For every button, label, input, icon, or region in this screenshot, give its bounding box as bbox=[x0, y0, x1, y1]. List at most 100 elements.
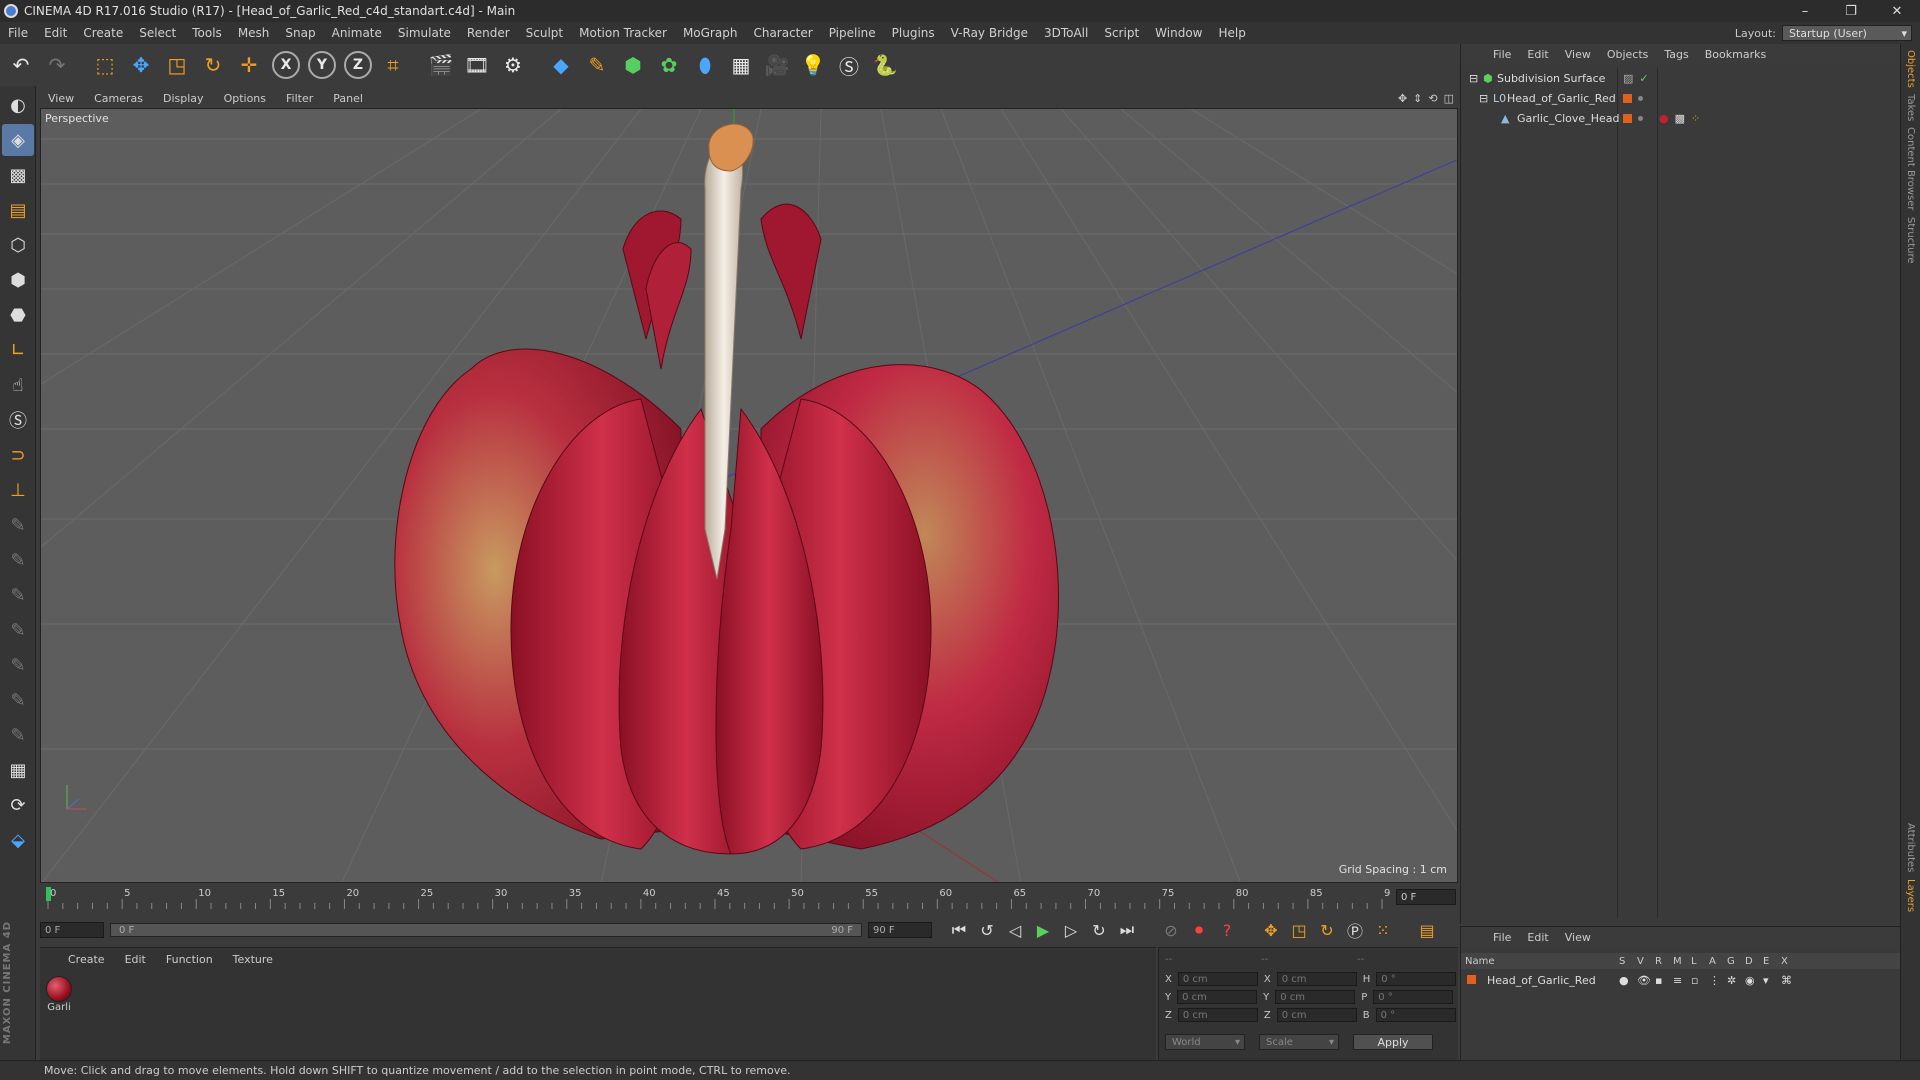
y-axis-lock-icon[interactable]: Y bbox=[308, 51, 336, 79]
undo-icon[interactable]: ↶ bbox=[4, 48, 38, 82]
subdivision-surface-icon[interactable]: ⬢ bbox=[616, 48, 650, 82]
restore-button[interactable]: ❐ bbox=[1828, 0, 1874, 22]
render-view-icon[interactable]: 🎬 bbox=[424, 48, 458, 82]
menu-vray-bridge[interactable]: V-Ray Bridge bbox=[943, 26, 1036, 40]
polygons-mode-icon[interactable]: ⬣ bbox=[2, 299, 34, 331]
material-menu-texture[interactable]: Texture bbox=[223, 953, 283, 966]
expand-toggle-icon[interactable]: ⊟ bbox=[1479, 92, 1488, 105]
scale-tool-icon[interactable]: ◳ bbox=[160, 48, 194, 82]
layer-menu-file[interactable]: File bbox=[1485, 931, 1519, 944]
redo-icon[interactable]: ↷ bbox=[40, 48, 74, 82]
cube-primitive-icon[interactable]: ◆ bbox=[544, 48, 578, 82]
grid-icon[interactable]: ▦ bbox=[2, 754, 34, 786]
object-menu-tags[interactable]: Tags bbox=[1656, 48, 1696, 61]
key-pla-icon[interactable]: ⁙ bbox=[1370, 917, 1396, 943]
tweak-mode-icon[interactable]: ☝ bbox=[2, 369, 34, 401]
solo-mode-icon[interactable]: Ⓢ bbox=[2, 404, 34, 436]
size-x-field[interactable]: 0 cm bbox=[1276, 972, 1357, 986]
autokey-icon[interactable]: ? bbox=[1214, 917, 1240, 943]
tab-content-browser[interactable]: Content Browser bbox=[1905, 127, 1916, 210]
material-menu-edit[interactable]: Edit bbox=[115, 953, 156, 966]
frame-range-slider[interactable]: 0 F 90 F bbox=[110, 923, 862, 937]
live-selection-icon[interactable]: ⬚ bbox=[88, 48, 122, 82]
python-icon[interactable]: 🐍 bbox=[868, 48, 902, 82]
layer-swatch-icon[interactable]: ▨ bbox=[1623, 72, 1633, 85]
go-to-next-key-icon[interactable]: ↻ bbox=[1086, 917, 1112, 943]
position-z-field[interactable]: 0 cm bbox=[1177, 1008, 1258, 1022]
phong-tag-icon[interactable]: ⁘ bbox=[1691, 112, 1700, 125]
layout-dropdown[interactable]: Startup (User) ▾ bbox=[1782, 25, 1912, 41]
go-to-end-icon[interactable]: ⏭ bbox=[1114, 917, 1140, 943]
orbit-view-icon[interactable]: ⟲ bbox=[1428, 92, 1437, 105]
sculpt-pull-icon[interactable]: ✎ bbox=[2, 579, 34, 611]
object-row-subdivision-surface[interactable]: ⊟ ⬢ Subdivision Surface ▨ ✓ bbox=[1461, 68, 1901, 88]
menu-window[interactable]: Window bbox=[1147, 26, 1210, 40]
position-y-field[interactable]: 0 cm bbox=[1177, 990, 1258, 1004]
rotation-p-field[interactable]: 0 ° bbox=[1373, 990, 1454, 1004]
rotate-tool-icon[interactable]: ↻ bbox=[196, 48, 230, 82]
object-menu-file[interactable]: File bbox=[1485, 48, 1519, 61]
object-menu-bookmarks[interactable]: Bookmarks bbox=[1697, 48, 1774, 61]
menu-help[interactable]: Help bbox=[1210, 26, 1253, 40]
tab-layers[interactable]: Layers bbox=[1905, 879, 1916, 912]
size-y-field[interactable]: 0 cm bbox=[1275, 990, 1356, 1004]
material-menu-create[interactable]: Create bbox=[58, 953, 115, 966]
sculpt-flatten-icon[interactable]: ✎ bbox=[2, 684, 34, 716]
record-keys-disabled-icon[interactable]: ⊘ bbox=[1158, 917, 1184, 943]
sculpt-inflate-icon[interactable]: ✎ bbox=[2, 649, 34, 681]
menu-pipeline[interactable]: Pipeline bbox=[821, 26, 884, 40]
x-axis-lock-icon[interactable]: X bbox=[272, 51, 300, 79]
viewport-menu-options[interactable]: Options bbox=[214, 92, 276, 105]
sculpt-smooth-icon[interactable]: ✎ bbox=[2, 544, 34, 576]
mograph-cloner-icon[interactable]: ✿ bbox=[652, 48, 686, 82]
key-scale-icon[interactable]: ◳ bbox=[1286, 917, 1312, 943]
zoom-view-icon[interactable]: ⇕ bbox=[1413, 92, 1422, 105]
menu-file[interactable]: File bbox=[0, 26, 36, 40]
dynamics-icon[interactable]: ⟳ bbox=[2, 789, 34, 821]
z-axis-lock-icon[interactable]: Z bbox=[344, 51, 372, 79]
menu-motion-tracker[interactable]: Motion Tracker bbox=[571, 26, 675, 40]
edges-mode-icon[interactable]: ⬢ bbox=[2, 264, 34, 296]
xref-toggle-icon[interactable]: ⌘ bbox=[1781, 974, 1799, 987]
rotation-b-field[interactable]: 0 ° bbox=[1375, 1008, 1456, 1022]
camera-icon[interactable]: 🎥 bbox=[760, 48, 794, 82]
axis-mode-icon[interactable]: ∟ bbox=[2, 334, 34, 366]
key-parameter-icon[interactable]: Ⓟ bbox=[1342, 917, 1368, 943]
tab-attributes[interactable]: Attributes bbox=[1905, 823, 1916, 872]
layer-color-icon[interactable] bbox=[1461, 974, 1479, 987]
expand-toggle-icon[interactable]: ⊟ bbox=[1469, 72, 1478, 85]
sculpt-brush-icon[interactable]: ✎ bbox=[2, 509, 34, 541]
enabled-check-icon[interactable]: ✓ bbox=[1639, 72, 1648, 85]
viewport-menu-display[interactable]: Display bbox=[153, 92, 214, 105]
object-menu-objects[interactable]: Objects bbox=[1599, 48, 1657, 61]
record-active-icon[interactable]: ⏺ bbox=[1186, 917, 1212, 943]
minimize-button[interactable]: – bbox=[1782, 0, 1828, 22]
visible-toggle-icon[interactable]: 👁 bbox=[1637, 974, 1655, 987]
end-frame-field[interactable]: 90 F bbox=[868, 922, 932, 938]
python-script-icon[interactable]: ⬙ bbox=[2, 824, 34, 856]
workplane-axis-icon[interactable]: ⊥ bbox=[2, 474, 34, 506]
make-editable-icon[interactable]: ◐ bbox=[2, 89, 34, 121]
manager-toggle-icon[interactable]: ≡ bbox=[1673, 974, 1691, 987]
previous-frame-icon[interactable]: ◁ bbox=[1002, 917, 1028, 943]
menu-tools[interactable]: Tools bbox=[184, 26, 230, 40]
layer-color-icon[interactable] bbox=[1623, 93, 1632, 103]
move-tool-icon[interactable]: ✥ bbox=[124, 48, 158, 82]
menu-mograph[interactable]: MoGraph bbox=[675, 26, 746, 40]
size-z-field[interactable]: 0 cm bbox=[1276, 1008, 1357, 1022]
go-to-previous-key-icon[interactable]: ↺ bbox=[974, 917, 1000, 943]
timeline-ruler[interactable]: 0 5 10 15 20 25 30 35 40 45 50 55 60 65 70 75 80 85 90 0 F bbox=[40, 885, 1458, 911]
light-icon[interactable]: 💡 bbox=[796, 48, 830, 82]
render-toggle-icon[interactable]: ▪ bbox=[1655, 974, 1673, 987]
key-position-icon[interactable]: ✥ bbox=[1258, 917, 1284, 943]
workplane-icon[interactable]: ▤ bbox=[2, 194, 34, 226]
coordinate-system-icon[interactable]: ⌗ bbox=[376, 48, 410, 82]
texture-mode-icon[interactable]: ▩ bbox=[2, 159, 34, 191]
menu-sculpt[interactable]: Sculpt bbox=[518, 26, 571, 40]
visibility-dot-icon[interactable] bbox=[1638, 95, 1643, 101]
sculpt-grab-icon[interactable]: ✎ bbox=[2, 614, 34, 646]
points-mode-icon[interactable]: ⬡ bbox=[2, 229, 34, 261]
material-menu-function[interactable]: Function bbox=[156, 953, 223, 966]
material-swatch[interactable]: Garli bbox=[44, 976, 74, 1013]
layer-color-icon[interactable] bbox=[1623, 113, 1632, 123]
